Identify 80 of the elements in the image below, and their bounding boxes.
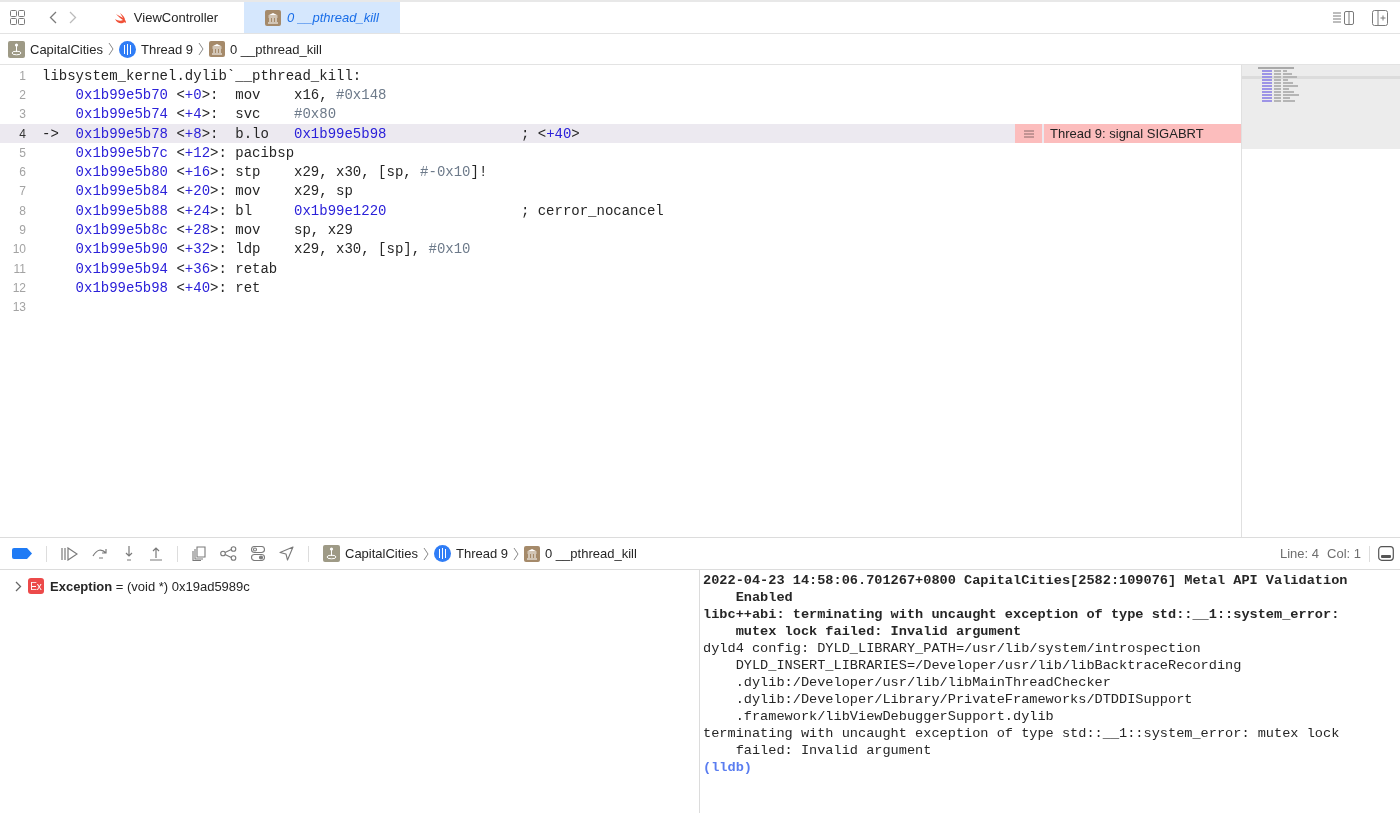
columns-icon — [524, 545, 541, 562]
error-annotation: Thread 9: signal SIGABRT — [1044, 123, 1241, 144]
breadcrumb-item[interactable]: 0 __pthread_kill — [209, 41, 322, 57]
line-number: 11 — [12, 261, 27, 276]
code-line: 0x1b99e5b94 <+36>: retab — [75, 260, 278, 277]
chevron-icon — [513, 546, 520, 561]
breadcrumb-item[interactable]: CapitalCities — [323, 545, 418, 562]
breadcrumb-item[interactable]: 0 __pthread_kill — [524, 545, 637, 562]
console-line: mutex lock failed: Invalid argument — [735, 624, 1022, 639]
chevron-icon — [423, 546, 429, 561]
console-line: .dylib:/Developer/usr/lib/libMainThreadChecker — [735, 675, 1111, 690]
variable-text: Exception = (void *) 0x19ad5989c — [50, 578, 250, 594]
issue-menu-button[interactable] — [1015, 123, 1042, 144]
line-number: 2 — [18, 87, 27, 102]
nodes-icon[interactable] — [220, 546, 237, 561]
panel-toggle-icon[interactable] — [1378, 546, 1394, 561]
swift-bird-icon — [113, 11, 128, 24]
line-number: 4 — [18, 126, 27, 141]
editor-tab[interactable]: 0 __pthread_kill — [244, 2, 400, 33]
code-line: 0x1b99e5b74 <+4>: svc #0x80 — [75, 106, 337, 123]
breadcrumb-item[interactable]: Thread 9 — [119, 40, 194, 58]
layers-icon[interactable] — [192, 546, 206, 561]
code-line: 0x1b99e5b84 <+20>: mov x29, sp — [75, 183, 353, 200]
line-number: 12 — [11, 280, 27, 295]
console-line: failed: Invalid argument — [735, 743, 932, 758]
joystick-icon — [323, 545, 340, 562]
step-out-icon[interactable] — [149, 546, 163, 561]
console-line: libc++abi: terminating with uncaught exception of type std::__1::system_error: — [703, 607, 1340, 622]
line-number: 10 — [11, 242, 27, 257]
code-line: 0x1b99e5b98 <+40>: ret — [75, 279, 261, 296]
editor-tab[interactable]: ViewController — [88, 2, 244, 33]
chevron-icon — [108, 42, 114, 56]
code-line: 0x1b99e5b80 <+16>: stp x29, x30, [sp, #-0x10]! — [75, 164, 488, 181]
console-line: Enabled — [735, 590, 793, 605]
line-number: 6 — [18, 165, 27, 180]
joystick-icon — [8, 40, 25, 58]
code-line: 0x1b99e5b90 <+32>: ldp x29, x30, [sp], #0x10 — [75, 241, 471, 258]
toggles-icon[interactable] — [251, 546, 265, 561]
console-line: .dylib:/Developer/Library/PrivateFrameworks/DTDDISupport — [735, 692, 1193, 707]
line-position: Line: 4 — [1280, 546, 1320, 561]
lines-panel-icon[interactable] — [1332, 10, 1354, 25]
chevron-icon — [198, 42, 205, 56]
line-number: 1 — [18, 68, 27, 83]
code-line: 0x1b99e5b78 <+8>: b.lo 0x1b99e5b98 ; <+40> — [75, 125, 580, 142]
line-number: 7 — [18, 184, 27, 199]
console-line: 2022-04-23 14:58:06.701267+0800 CapitalCities[2582:109076] Metal API Validation — [703, 573, 1348, 588]
code-line: 0x1b99e5b88 <+24>: bl 0x1b99e1220 ; cerror_nocancel — [75, 202, 664, 219]
current-line-arrow: -> — [42, 125, 59, 142]
lldb-prompt: (lldb) — [703, 760, 752, 775]
line-number: 5 — [18, 145, 27, 160]
thread-icon — [119, 40, 136, 58]
back-icon[interactable] — [49, 11, 57, 24]
code-line: 0x1b99e5b7c <+12>: pacibsp — [75, 144, 295, 161]
disclosure-chevron-icon[interactable] — [15, 580, 22, 592]
thread-icon — [434, 545, 451, 562]
line-number: 3 — [18, 107, 27, 122]
console-line: DYLD_INSERT_LIBRARIES=/Developer/usr/lib/libBacktraceRecording — [735, 658, 1242, 673]
breadcrumb-item[interactable]: Thread 9 — [434, 545, 509, 562]
line-number: 8 — [18, 203, 27, 218]
exception-badge: Ex — [28, 578, 44, 594]
line-number: 13 — [11, 300, 27, 315]
console-line: .framework/libViewDebuggerSupport.dylib — [735, 709, 1054, 724]
code-line: libsystem_kernel.dylib`__pthread_kill: — [42, 67, 362, 84]
step-over-icon[interactable] — [92, 546, 109, 561]
grid-icon[interactable] — [10, 10, 25, 25]
breakpoint-icon[interactable] — [12, 548, 32, 559]
step-into-icon[interactable] — [123, 546, 135, 561]
code-line: 0x1b99e5b70 <+0>: mov x16, #0x148 — [75, 86, 387, 103]
columns-icon — [265, 9, 282, 26]
console-line: terminating with uncaught exception of type std::__1::system_error: mutex lock — [703, 726, 1340, 741]
menu-icon — [1023, 129, 1034, 138]
continue-icon[interactable] — [61, 546, 78, 561]
line-number: 9 — [18, 223, 27, 237]
location-arrow-icon[interactable] — [279, 546, 294, 561]
columns-icon — [209, 41, 226, 57]
add-editor-icon[interactable] — [1372, 9, 1388, 26]
column-position: Col: 1 — [1327, 546, 1361, 561]
code-line: 0x1b99e5b8c <+28>: mov sp, x29 — [75, 222, 353, 238]
breadcrumb-item[interactable]: CapitalCities — [8, 40, 103, 58]
console-line: dyld4 config: DYLD_LIBRARY_PATH=/usr/lib/system/introspection — [703, 641, 1201, 656]
